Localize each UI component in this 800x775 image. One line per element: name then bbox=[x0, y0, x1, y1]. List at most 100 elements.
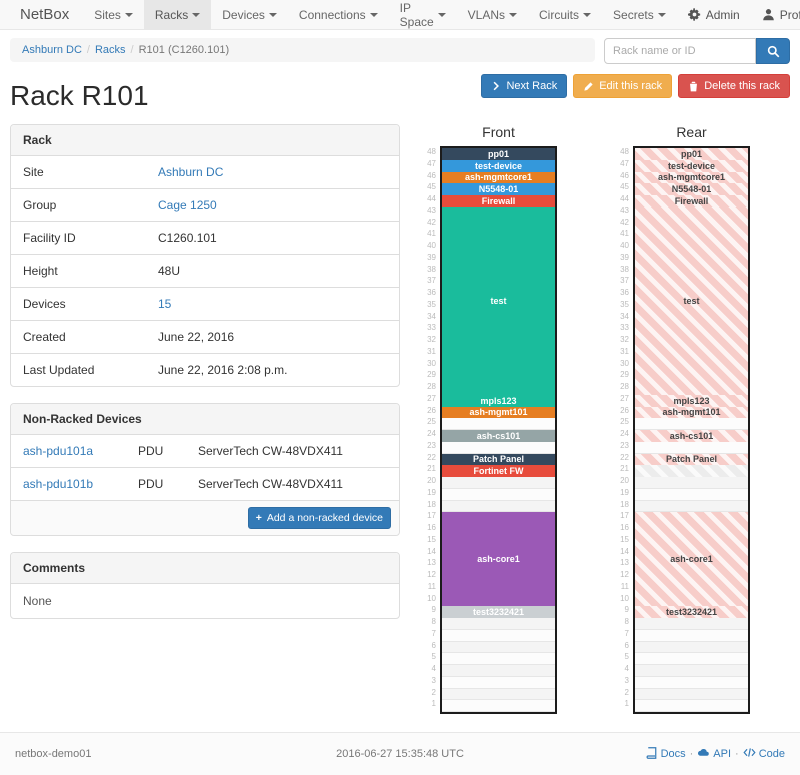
nav-menu: SitesRacksDevicesConnectionsIP SpaceVLAN… bbox=[83, 0, 677, 29]
nav-item-devices[interactable]: Devices bbox=[211, 0, 288, 29]
device-test3232421[interactable]: test3232421 bbox=[442, 606, 555, 618]
unit-number: 11 bbox=[613, 581, 633, 593]
device-ash-mgmt101[interactable]: ash-mgmt101 bbox=[442, 407, 555, 419]
unit-number: 42 bbox=[420, 217, 440, 229]
unit-number: 1 bbox=[613, 698, 633, 710]
gear-icon bbox=[688, 8, 701, 21]
unit-number: 31 bbox=[420, 346, 440, 358]
rear-elevation: Rear 48474645444342414039383736353433323… bbox=[613, 124, 750, 714]
unit-number: 43 bbox=[613, 205, 633, 217]
unit-number: 37 bbox=[420, 275, 440, 287]
rack-attribute-row: Last UpdatedJune 22, 2016 2:08 p.m. bbox=[11, 353, 399, 386]
nav-item-ip-space[interactable]: IP Space bbox=[389, 0, 457, 29]
device-test-device[interactable]: test-device bbox=[442, 160, 555, 172]
nav-item-connections[interactable]: Connections bbox=[288, 0, 389, 29]
unit-number: 28 bbox=[613, 381, 633, 393]
device-patch-panel[interactable]: Patch Panel bbox=[635, 454, 748, 466]
unit-number: 8 bbox=[613, 616, 633, 628]
unit-number: 48 bbox=[613, 146, 633, 158]
device-pp01[interactable]: pp01 bbox=[635, 148, 748, 160]
attribute-value[interactable]: Ashburn DC bbox=[146, 156, 399, 188]
caret-down-icon bbox=[438, 13, 446, 17]
device-fortinet-fw[interactable]: Fortinet FW bbox=[442, 465, 555, 477]
rack-unit-empty bbox=[635, 477, 748, 489]
device-n5548-01[interactable]: N5548-01 bbox=[442, 183, 555, 195]
attribute-label: Height bbox=[11, 255, 146, 287]
device-test-device[interactable]: test-device bbox=[635, 160, 748, 172]
unit-number: 34 bbox=[420, 311, 440, 323]
unit-number: 15 bbox=[420, 534, 440, 546]
footer-link-code[interactable]: Code bbox=[743, 746, 785, 762]
nav-item-admin[interactable]: Admin bbox=[677, 0, 751, 29]
search-button[interactable] bbox=[756, 38, 790, 64]
nav-item-secrets[interactable]: Secrets bbox=[602, 0, 677, 29]
device-ash-core1[interactable]: ash-core1 bbox=[635, 512, 748, 606]
unit-number: 14 bbox=[613, 546, 633, 558]
device-ash-cs101[interactable]: ash-cs101 bbox=[635, 430, 748, 442]
attribute-label: Group bbox=[11, 189, 146, 221]
device-ash-cs101[interactable]: ash-cs101 bbox=[442, 430, 555, 442]
breadcrumb-item[interactable]: Racks bbox=[95, 44, 126, 56]
device-name-link[interactable]: ash-pdu101a bbox=[11, 435, 126, 467]
unit-number: 10 bbox=[420, 593, 440, 605]
footer-link-label: Docs bbox=[661, 748, 686, 760]
rack-search bbox=[604, 38, 790, 64]
front-elevation-title: Front bbox=[440, 124, 557, 140]
device-ash-core1[interactable]: ash-core1 bbox=[442, 512, 555, 606]
nav-item-vlans[interactable]: VLANs bbox=[457, 0, 528, 29]
device-mpls123[interactable]: mpls123 bbox=[635, 395, 748, 407]
attribute-value[interactable]: Cage 1250 bbox=[146, 189, 399, 221]
device-firewall[interactable]: Firewall bbox=[635, 195, 748, 207]
unit-number: 42 bbox=[613, 217, 633, 229]
unit-number: 30 bbox=[420, 358, 440, 370]
device-fortinet-fw bbox=[635, 465, 748, 477]
rack-unit-empty bbox=[635, 653, 748, 665]
device-ash-mgmtcore1[interactable]: ash-mgmtcore1 bbox=[442, 172, 555, 184]
device-name-link[interactable]: ash-pdu101b bbox=[11, 468, 126, 500]
rack-unit-empty bbox=[442, 477, 555, 489]
add-non-racked-device-button[interactable]: + Add a non-racked device bbox=[248, 507, 391, 529]
unit-number: 44 bbox=[613, 193, 633, 205]
edit-rack-label: Edit this rack bbox=[599, 80, 662, 92]
breadcrumb-item[interactable]: Ashburn DC bbox=[22, 44, 82, 56]
rack-unit-empty bbox=[442, 442, 555, 454]
footer-link-api[interactable]: API bbox=[697, 746, 731, 762]
device-patch-panel[interactable]: Patch Panel bbox=[442, 454, 555, 466]
rack-unit-empty bbox=[635, 630, 748, 642]
rack-unit-empty bbox=[442, 642, 555, 654]
rack-attribute-row: SiteAshburn DC bbox=[11, 156, 399, 188]
device-ash-mgmt101[interactable]: ash-mgmt101 bbox=[635, 407, 748, 419]
nav-item-circuits[interactable]: Circuits bbox=[528, 0, 602, 29]
edit-rack-button[interactable]: Edit this rack bbox=[573, 74, 672, 98]
nav-item-racks[interactable]: Racks bbox=[144, 0, 211, 29]
device-n5548-01[interactable]: N5548-01 bbox=[635, 183, 748, 195]
search-input[interactable] bbox=[604, 38, 756, 64]
nav-item-label: Admin bbox=[706, 8, 740, 22]
nav-item-profile[interactable]: Profile bbox=[751, 0, 800, 29]
unit-number: 30 bbox=[613, 358, 633, 370]
device-firewall[interactable]: Firewall bbox=[442, 195, 555, 207]
unit-number: 17 bbox=[420, 510, 440, 522]
unit-number: 33 bbox=[420, 322, 440, 334]
unit-number: 1 bbox=[420, 698, 440, 710]
device-test[interactable]: test bbox=[442, 207, 555, 395]
trash-icon bbox=[688, 81, 699, 92]
attribute-value[interactable]: 15 bbox=[146, 288, 399, 320]
unit-number: 44 bbox=[420, 193, 440, 205]
device-test[interactable]: test bbox=[635, 207, 748, 395]
netbox-brand[interactable]: NetBox bbox=[12, 0, 83, 29]
nav-item-sites[interactable]: Sites bbox=[83, 0, 144, 29]
unit-number: 12 bbox=[613, 569, 633, 581]
device-mpls123[interactable]: mpls123 bbox=[442, 395, 555, 407]
footer-link-docs[interactable]: Docs bbox=[646, 747, 686, 762]
device-test3232421[interactable]: test3232421 bbox=[635, 606, 748, 618]
next-rack-button[interactable]: Next Rack bbox=[481, 74, 567, 98]
unit-number: 48 bbox=[420, 146, 440, 158]
nav-item-label: Secrets bbox=[613, 8, 654, 22]
rack-unit-empty bbox=[635, 442, 748, 454]
user-icon bbox=[762, 8, 775, 21]
footer-link-label: API bbox=[713, 748, 731, 760]
delete-rack-button[interactable]: Delete this rack bbox=[678, 74, 790, 98]
device-pp01[interactable]: pp01 bbox=[442, 148, 555, 160]
device-ash-mgmtcore1[interactable]: ash-mgmtcore1 bbox=[635, 172, 748, 184]
